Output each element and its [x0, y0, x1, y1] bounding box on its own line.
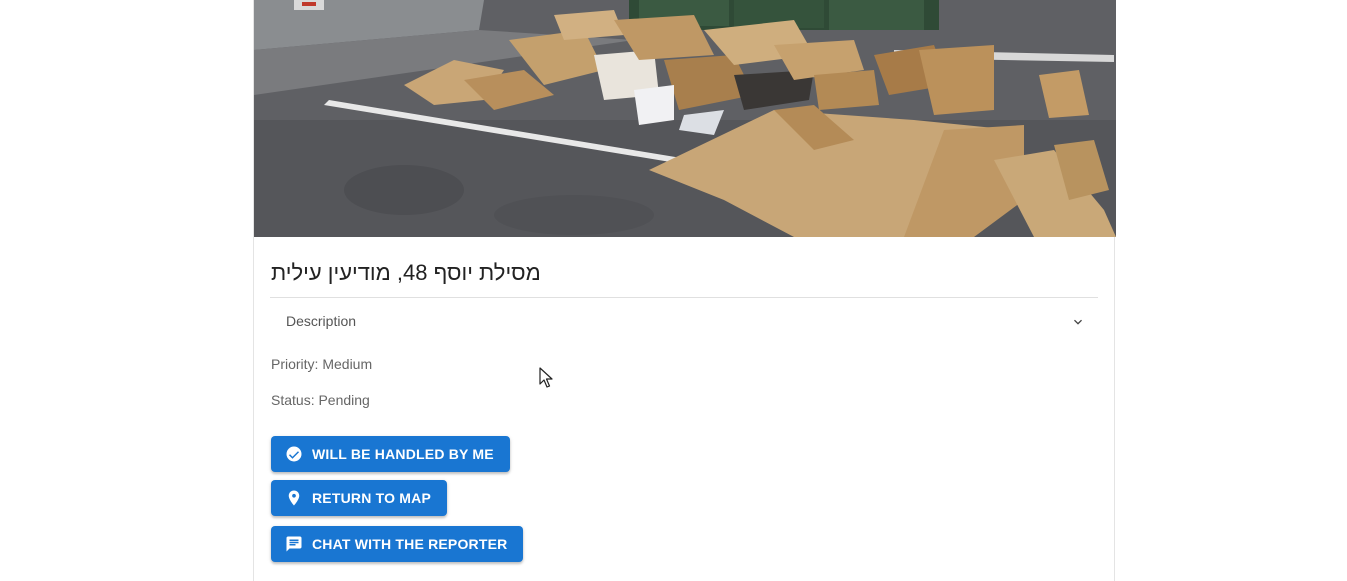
report-photo-image — [254, 0, 1116, 237]
chat-with-reporter-button[interactable]: CHAT WITH THE REPORTER — [271, 526, 524, 562]
description-accordion[interactable]: Description — [270, 298, 1098, 346]
chat-with-reporter-label: CHAT WITH THE REPORTER — [312, 536, 508, 552]
mouse-cursor-icon — [539, 367, 553, 388]
return-to-map-label: RETURN TO MAP — [312, 490, 432, 506]
check-circle-icon — [285, 445, 303, 463]
map-pin-icon — [285, 489, 303, 507]
description-label: Description — [286, 313, 357, 329]
report-card: מסילת יוסף 48, מודיעין עילית Description… — [253, 0, 1116, 581]
will-be-handled-button[interactable]: WILL BE HANDLED BY ME — [271, 436, 510, 472]
return-to-map-button[interactable]: RETURN TO MAP — [271, 480, 448, 516]
report-photo — [254, 0, 1116, 237]
will-be-handled-label: WILL BE HANDLED BY ME — [312, 446, 494, 462]
status-text: Status: Pending — [271, 392, 370, 408]
report-address-title: מסילת יוסף 48, מודיעין עילית — [271, 260, 541, 285]
priority-text: Priority: Medium — [271, 356, 373, 372]
chevron-down-icon[interactable] — [1070, 314, 1086, 330]
chat-icon — [285, 535, 303, 553]
